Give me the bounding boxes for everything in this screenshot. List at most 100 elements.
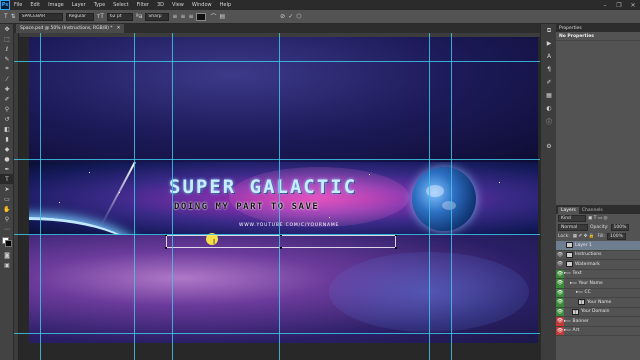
guide-line[interactable] [429, 33, 430, 360]
close-tab-icon[interactable]: ✕ [117, 26, 121, 31]
opacity-input[interactable]: 100% [610, 224, 630, 231]
minimize-icon[interactable]: – [598, 0, 612, 10]
brush-tool-icon[interactable]: ✐ [0, 94, 14, 104]
guide-line[interactable] [40, 33, 41, 360]
menu-image[interactable]: Image [44, 2, 68, 8]
eyedropper-tool-icon[interactable]: ⁄ [0, 74, 14, 84]
folder-icon[interactable]: ▸▭ [564, 271, 571, 276]
color-swatches[interactable] [0, 236, 14, 250]
banner-title-text[interactable]: SUPER GALACTIC [169, 176, 357, 198]
folder-icon[interactable]: ▸▭ [576, 290, 583, 295]
path-select-tool-icon[interactable]: ➤ [0, 184, 14, 194]
warp-text-icon[interactable]: ⌒ [210, 12, 216, 21]
vertical-ruler[interactable] [14, 33, 19, 360]
layer-row[interactable]: 👁 Watermark [556, 260, 640, 270]
layer-row[interactable]: 👁 Instructions [556, 251, 640, 260]
gradient-tool-icon[interactable]: ▮ [0, 134, 14, 144]
layer-row[interactable]: 👁 T Your Domain [556, 307, 640, 317]
layer-row[interactable]: 👁 ▸▭ Your Name [556, 279, 640, 289]
quick-mask-icon[interactable]: ◙ [0, 250, 14, 260]
more-tools-icon[interactable]: ⋯ [0, 224, 14, 234]
zoom-tool-icon[interactable]: ⚲ [0, 214, 14, 224]
commit-check-icon[interactable]: ✓ [288, 13, 293, 20]
3d-text-icon[interactable]: ⬡ [296, 13, 301, 20]
folder-icon[interactable]: ▸▭ [570, 281, 577, 286]
info-icon[interactable]: ⓘ [541, 115, 557, 128]
layer-row[interactable]: 👁 ▸▭ Banner [556, 317, 640, 327]
visibility-eye-icon[interactable]: 👁 [556, 260, 564, 269]
swatches-icon[interactable]: ▦ [541, 89, 557, 102]
menu-window[interactable]: Window [188, 2, 216, 8]
font-family-select[interactable]: SPACEBAR [18, 12, 63, 21]
tab-channels[interactable]: Channels [579, 207, 606, 214]
close-icon[interactable]: ✕ [626, 0, 640, 10]
pen-tool-icon[interactable]: ✒ [0, 164, 14, 174]
paragraph-icon[interactable]: ¶ [541, 63, 557, 76]
visibility-eye-icon[interactable]: 👁 [556, 326, 564, 336]
align-left-icon[interactable]: ≡ [172, 13, 177, 20]
character-panel-icon[interactable]: ▤ [220, 13, 226, 20]
align-right-icon[interactable]: ≡ [188, 13, 193, 20]
layer-row[interactable]: 👁 T Your Name [556, 298, 640, 308]
marquee-tool-icon[interactable]: ⬚ [0, 34, 14, 44]
layer-kind-filter[interactable]: Kind [558, 215, 586, 222]
visibility-eye-icon[interactable]: 👁 [556, 269, 564, 279]
lasso-tool-icon[interactable]: ℓ [0, 44, 14, 54]
restore-icon[interactable]: ❐ [612, 0, 626, 10]
align-center-icon[interactable]: ≡ [180, 13, 185, 20]
guide-line[interactable] [134, 33, 135, 360]
actions-icon[interactable]: ▶ [541, 37, 557, 50]
document-tab[interactable]: Space.psd @ 50% (Instructions, RGB/8) * … [16, 24, 125, 33]
adjustments-icon[interactable]: ◐ [541, 102, 557, 115]
move-tool-icon[interactable]: ✥ [0, 24, 14, 34]
text-bounding-box[interactable] [165, 234, 397, 249]
transform-handle[interactable] [395, 247, 397, 249]
background-color-swatch[interactable] [5, 240, 12, 247]
banner-subtitle-text[interactable]: DOING MY PART TO SAVE [174, 202, 319, 212]
hand-tool-icon[interactable]: ✋ [0, 204, 14, 214]
filter-icons[interactable]: ▣ T ▭ ◎ [588, 216, 607, 221]
blend-mode-select[interactable]: Normal [558, 224, 588, 231]
folder-icon[interactable]: ▸▭ [564, 319, 571, 324]
canvas-area[interactable]: SUPER GALACTIC DOING MY PART TO SAVE WWW… [14, 33, 540, 360]
screen-mode-icon[interactable]: ▣ [0, 260, 14, 270]
menu-help[interactable]: Help [216, 2, 235, 8]
layer-row[interactable]: 👁 ▸▭ CC [556, 288, 640, 298]
menu-select[interactable]: Select [109, 2, 132, 8]
history-icon[interactable]: ⧉ [541, 24, 557, 37]
font-size-input[interactable]: 62 pt [106, 12, 133, 21]
character-icon[interactable]: A [541, 50, 557, 63]
tab-layers[interactable]: Layers [558, 207, 579, 214]
visibility-eye-icon[interactable]: 👁 [556, 317, 564, 326]
clone-stamp-tool-icon[interactable]: ⚲ [0, 104, 14, 114]
crop-tool-icon[interactable]: ⌗ [0, 64, 14, 74]
layer-row[interactable]: 👁 ▸▭ Text [556, 269, 640, 279]
menu-view[interactable]: View [168, 2, 188, 8]
menu-file[interactable]: File [10, 2, 26, 8]
brush-presets-icon[interactable]: ✐ [541, 76, 557, 89]
eraser-tool-icon[interactable]: ◧ [0, 124, 14, 134]
guide-line[interactable] [14, 333, 540, 334]
guide-line[interactable] [451, 33, 452, 360]
quick-select-tool-icon[interactable]: ✎ [0, 54, 14, 64]
guide-line[interactable] [172, 33, 173, 360]
guide-line[interactable] [279, 33, 280, 360]
menu-layer[interactable]: Layer [68, 2, 90, 8]
history-brush-tool-icon[interactable]: ↺ [0, 114, 14, 124]
document-canvas[interactable]: SUPER GALACTIC DOING MY PART TO SAVE WWW… [29, 37, 538, 343]
cancel-icon[interactable]: ⊘ [280, 13, 285, 20]
text-color-swatch[interactable] [196, 12, 207, 21]
visibility-eye-icon[interactable]: 👁 [556, 279, 564, 288]
fill-input[interactable]: 100% [607, 233, 626, 240]
shape-tool-icon[interactable]: ▭ [0, 194, 14, 204]
guide-line[interactable] [14, 61, 540, 62]
menu-type[interactable]: Type [90, 2, 109, 8]
layer-row[interactable]: 👁 ▸▭ Art [556, 326, 640, 336]
healing-tool-icon[interactable]: ✚ [0, 84, 14, 94]
type-tool-icon[interactable]: T [4, 13, 8, 20]
dodge-tool-icon[interactable]: ● [0, 154, 14, 164]
styles-icon[interactable]: ⚙ [541, 140, 557, 153]
lock-icons[interactable]: ▦ ✐ ✥ 🔒 [573, 234, 595, 239]
blur-tool-icon[interactable]: ◆ [0, 144, 14, 154]
menu-edit[interactable]: Edit [26, 2, 44, 8]
